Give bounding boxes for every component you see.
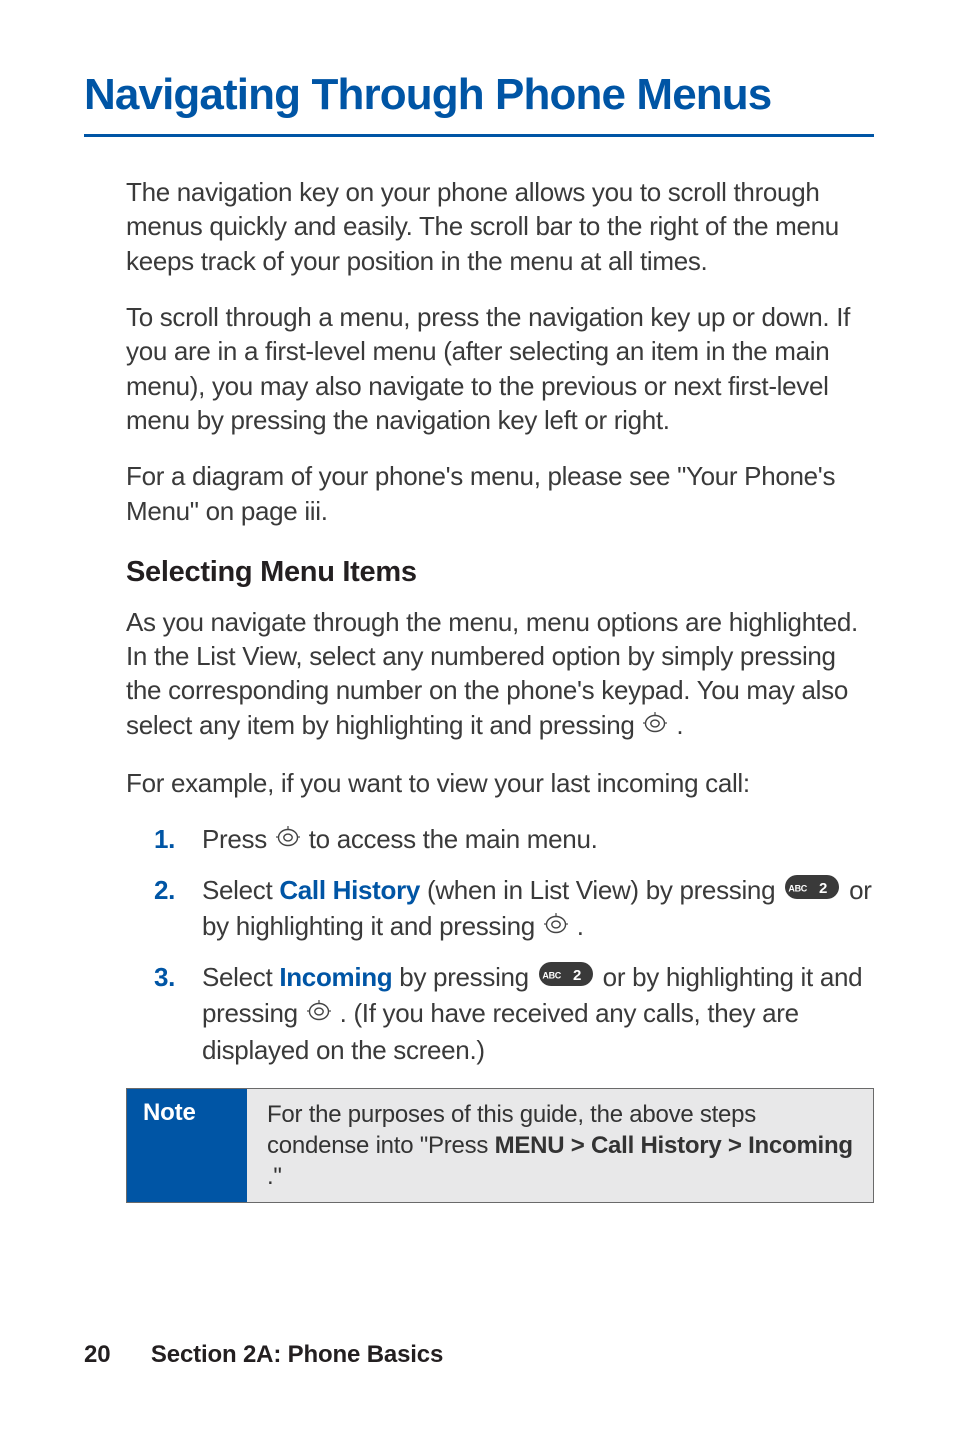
paragraph-5: For example, if you want to view your la… [126, 766, 874, 800]
paragraph-1: The navigation key on your phone allows … [126, 175, 874, 278]
main-heading: Navigating Through Phone Menus [84, 70, 874, 120]
text: As you navigate through the menu, menu o… [126, 607, 858, 740]
ok-key-icon [643, 708, 667, 742]
page-content: Navigating Through Phone Menus The navig… [0, 0, 954, 1203]
incoming-label: Incoming [279, 962, 392, 992]
key-text: ABC [542, 970, 561, 980]
step-text: Press to access the main menu [202, 822, 874, 859]
step-1: 1. Press t [154, 822, 874, 859]
text: Select [202, 875, 279, 905]
section-label: Section 2A: Phone Basics [151, 1341, 443, 1368]
note-label: Note [127, 1089, 247, 1203]
ok-key-icon [544, 909, 568, 944]
step-text: Select Incoming by pressing ABC 2 or by … [202, 960, 874, 1068]
text: (when in List View) by pressing [427, 875, 782, 905]
step-number: 3. [154, 960, 202, 995]
text: Select [202, 962, 279, 992]
text: . [577, 911, 584, 941]
ok-key-icon [307, 996, 331, 1031]
text: to access the main menu. [309, 824, 598, 854]
page-footer: 20 Section 2A: Phone Basics [84, 1341, 443, 1369]
abc-2-key-icon: ABC 2 [539, 960, 593, 995]
note-path: MENU > Call History > Incoming [495, 1132, 853, 1159]
paragraph-3: For a diagram of your phone's menu, plea… [126, 459, 874, 528]
text: Press [202, 824, 274, 854]
call-history-label: Call History [279, 875, 420, 905]
abc-2-key-icon: ABC 2 [785, 873, 839, 908]
page-number: 20 [84, 1341, 110, 1368]
step-2: 2. Select Call History (when in List Vie… [154, 873, 874, 946]
note-body: For the purposes of this guide, the abov… [247, 1089, 873, 1203]
steps-list: 1. Press t [126, 822, 874, 1067]
paragraph-4: As you navigate through the menu, menu o… [126, 605, 874, 744]
key-digit: 2 [573, 967, 581, 984]
key-text: ABC [789, 883, 808, 893]
note-box: Note For the purposes of this guide, the… [126, 1088, 874, 1204]
step-number: 1. [154, 822, 202, 857]
step-3: 3. Select Incoming by pressing ABC 2 or … [154, 960, 874, 1068]
step-text: Select Call History (when in List View) … [202, 873, 874, 946]
key-digit: 2 [819, 880, 827, 897]
paragraph-2: To scroll through a menu, press the navi… [126, 300, 874, 437]
step-number: 2. [154, 873, 202, 908]
text: by pressing [399, 962, 535, 992]
ok-key-icon [276, 822, 300, 857]
sub-heading: Selecting Menu Items [126, 556, 874, 589]
text: . [676, 710, 683, 740]
body-block: The navigation key on your phone allows … [84, 175, 874, 1203]
text: ." [267, 1163, 282, 1190]
heading-rule [84, 134, 874, 137]
